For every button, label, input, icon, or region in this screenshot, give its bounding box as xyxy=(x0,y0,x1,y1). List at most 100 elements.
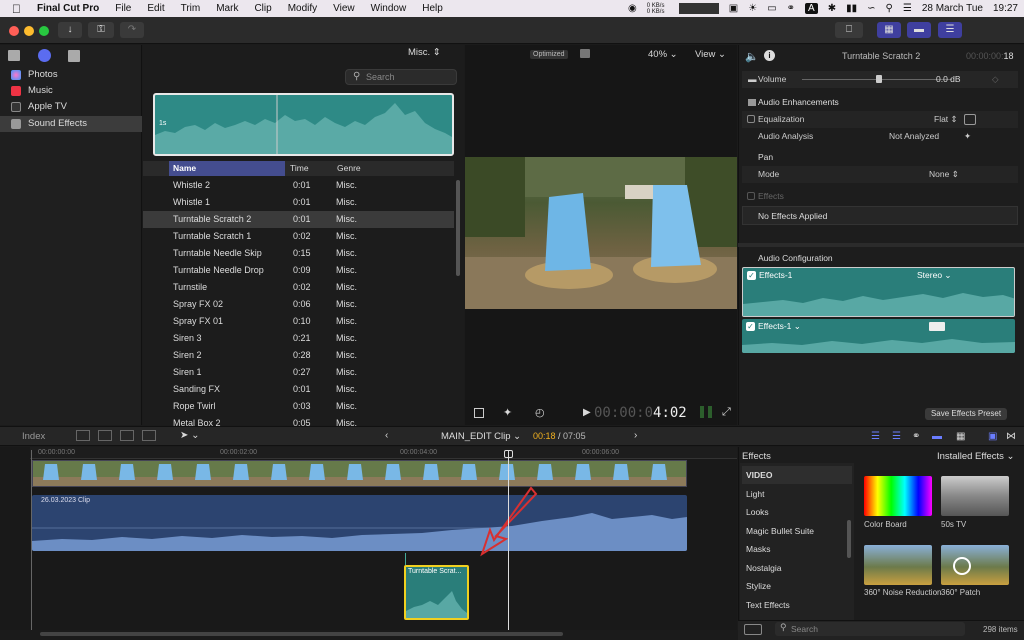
sfx-connected-clip[interactable]: Turntable Scrat... xyxy=(404,565,469,620)
playhead[interactable] xyxy=(508,450,509,630)
append-clip-icon[interactable] xyxy=(120,430,134,441)
effects-checkbox[interactable] xyxy=(747,192,755,200)
insert-clip-icon[interactable] xyxy=(98,430,112,441)
volume-slider-knob[interactable] xyxy=(876,75,882,83)
select-tool-icon[interactable]: ➤ ⌄ xyxy=(180,430,200,441)
menu-help[interactable]: Help xyxy=(414,3,451,14)
effect-category-item[interactable]: VIDEO xyxy=(742,466,852,484)
list-item[interactable]: Spray FX 02 0:06 Misc. xyxy=(143,296,454,313)
effect-category-item[interactable]: Text Effects xyxy=(742,596,852,614)
360-patch-thumbnail[interactable] xyxy=(941,545,1009,585)
effects-search-field[interactable]: ⚲ Search xyxy=(775,622,965,636)
headphones-icon[interactable]: ⚭ xyxy=(787,3,795,14)
viewer-video-frame[interactable] xyxy=(465,157,737,309)
show-inspector-button[interactable]: ☰ xyxy=(938,22,962,38)
eq-graph-icon[interactable] xyxy=(964,114,976,125)
channel-2-label[interactable]: Effects-1 ⌄ xyxy=(758,321,801,332)
list-item[interactable]: Turntable Needle Drop 0:09 Misc. xyxy=(143,262,454,279)
menu-clip[interactable]: Clip xyxy=(246,3,279,14)
creative-cloud-icon[interactable]: ◉ xyxy=(628,3,637,14)
waveform-preview[interactable]: 1s xyxy=(153,93,454,156)
menu-modify[interactable]: Modify xyxy=(280,3,325,14)
connect-clip-icon[interactable] xyxy=(76,430,90,441)
index-button[interactable]: Index xyxy=(22,431,45,442)
control-center-icon[interactable]: ☰ xyxy=(903,3,912,14)
transitions-browser-icon[interactable]: ⋈ xyxy=(1006,431,1016,442)
effects-browser-icon[interactable]: ▣ xyxy=(988,431,997,442)
browser-scrollbar[interactable] xyxy=(456,180,460,276)
channel-1-checkbox[interactable]: ✓ xyxy=(747,271,756,280)
list-item[interactable]: Siren 2 0:28 Misc. xyxy=(143,347,454,364)
column-name-header[interactable]: Name xyxy=(169,161,285,176)
toggle-sidebar-icon[interactable] xyxy=(744,624,762,635)
list-item[interactable]: Sanding FX 0:01 Misc. xyxy=(143,381,454,398)
50s-tv-thumbnail[interactable] xyxy=(941,476,1009,516)
app-menu[interactable]: Final Cut Pro xyxy=(29,3,107,14)
primary-audio-clip[interactable]: 26.03.2023 Clip xyxy=(32,495,687,551)
timeline-ruler[interactable]: 00:00:00:00 00:00:02:00 00:00:04:00 00:0… xyxy=(30,447,737,459)
menu-edit[interactable]: Edit xyxy=(139,3,172,14)
magic-wand-icon[interactable]: ✦ xyxy=(964,128,971,145)
column-genre-header[interactable]: Genre xyxy=(337,161,361,176)
playhead-head[interactable] xyxy=(504,450,513,458)
menu-view[interactable]: View xyxy=(325,3,363,14)
screen-record-icon[interactable]: ▣ xyxy=(729,3,738,14)
clip-appearance-icon[interactable]: ▦ xyxy=(956,431,965,442)
list-item[interactable]: Siren 1 0:27 Misc. xyxy=(143,364,454,381)
genre-filter-popup[interactable]: Misc. ⇕ xyxy=(408,47,441,58)
keyboard-a-icon[interactable]: A xyxy=(805,3,818,14)
menu-file[interactable]: File xyxy=(107,3,139,14)
list-item[interactable]: Spray FX 01 0:10 Misc. xyxy=(143,313,454,330)
audio-skimming-icon[interactable]: ☰ xyxy=(892,431,901,442)
activity-graph-icon[interactable] xyxy=(678,3,719,14)
zoom-window-button[interactable] xyxy=(39,26,49,36)
column-time-header[interactable]: Time xyxy=(290,161,309,176)
video-filmstrip[interactable] xyxy=(32,460,687,487)
search-icon[interactable]: ⚲ xyxy=(886,3,893,14)
list-item[interactable]: Turntable Needle Skip 0:15 Misc. xyxy=(143,245,454,262)
audio-inspector-tab-icon[interactable]: 🔈 xyxy=(745,50,759,63)
import-button[interactable]: ↓ xyxy=(58,22,82,38)
color-board-thumbnail[interactable] xyxy=(864,476,932,516)
list-item[interactable]: Whistle 2 0:01 Misc. xyxy=(143,177,454,194)
audio-enhancements-header[interactable]: Audio Enhancements xyxy=(742,94,1018,111)
installed-effects-popup[interactable]: Installed Effects ⌄ xyxy=(937,451,1015,462)
headphones-icon[interactable]: ⚭ xyxy=(912,431,920,442)
sidebar-item-music[interactable]: Music xyxy=(0,83,142,99)
list-item[interactable]: Rope Twirl 0:03 Misc. xyxy=(143,398,454,415)
retime-tool-icon[interactable]: ◴ xyxy=(535,406,545,419)
photos-audio-tab-icon[interactable] xyxy=(38,49,51,62)
apple-icon[interactable]:  xyxy=(0,2,29,16)
view-popup[interactable]: View ⌄ xyxy=(695,49,726,60)
share-button[interactable]: ⎕ xyxy=(835,22,863,38)
sidebar-item-sound-effects[interactable]: Sound Effects xyxy=(0,116,142,132)
enhance-tool-icon[interactable]: ✦ xyxy=(503,406,512,419)
timeline-scrollbar[interactable] xyxy=(40,632,563,636)
keywords-button[interactable]: ⚿ xyxy=(88,22,114,38)
fullscreen-icon[interactable]: ⤢ xyxy=(722,406,731,419)
show-browser-button[interactable]: ▦ xyxy=(877,22,901,38)
360-noise-reduction-thumbnail[interactable] xyxy=(864,545,932,585)
play-button[interactable]: ▶ xyxy=(583,407,591,418)
timeline-forward-icon[interactable]: › xyxy=(634,430,637,441)
save-effects-preset-button[interactable]: Save Effects Preset xyxy=(925,408,1007,420)
info-inspector-tab-icon[interactable]: i xyxy=(764,50,775,61)
list-item[interactable]: Whistle 1 0:01 Misc. xyxy=(143,194,454,211)
menu-mark[interactable]: Mark xyxy=(208,3,246,14)
channel-2-checkbox[interactable]: ✓ xyxy=(746,322,755,331)
battery-icon[interactable]: ▮▮ xyxy=(846,3,857,14)
sidebar-item-apple-tv[interactable]: Apple TV xyxy=(0,99,142,115)
background-tasks-button[interactable]: ↷ xyxy=(120,22,144,38)
effect-category-item[interactable]: Magic Bullet Suite xyxy=(742,522,852,540)
libraries-tab-icon[interactable] xyxy=(8,50,20,61)
zoom-popup[interactable]: 40% ⌄ xyxy=(648,49,678,60)
timeline-back-icon[interactable]: ‹ xyxy=(385,430,388,441)
transform-tool-icon[interactable] xyxy=(474,408,484,418)
sidebar-item-photos[interactable]: Photos xyxy=(0,67,142,83)
bluetooth-icon[interactable]: ✱ xyxy=(828,3,836,14)
titles-tab-icon[interactable] xyxy=(68,50,80,62)
list-item[interactable]: Turntable Scratch 1 0:02 Misc. xyxy=(143,228,454,245)
list-item[interactable]: Turntable Scratch 2 0:01 Misc. xyxy=(143,211,454,228)
show-timeline-button[interactable]: ▬ xyxy=(907,22,931,38)
viewer-display-icon[interactable] xyxy=(580,49,590,58)
